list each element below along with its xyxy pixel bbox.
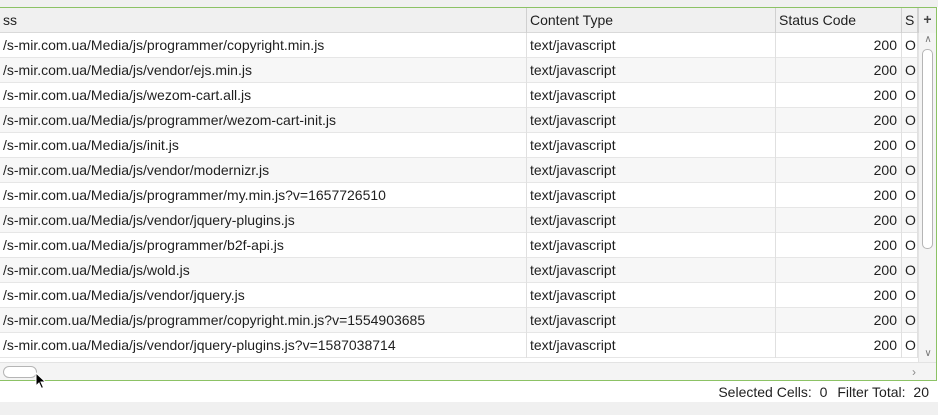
chevron-down-icon[interactable]: ∨ — [919, 347, 936, 361]
cell-address[interactable]: /s-mir.com.ua/Media/js/wezom-cart.all.js — [0, 83, 527, 108]
filter-total-label: Filter Total: — [837, 384, 906, 400]
table-row[interactable]: /s-mir.com.ua/Media/js/programmer/my.min… — [0, 183, 918, 208]
cell-status-code[interactable]: 200 — [776, 133, 902, 158]
selected-cells-label: Selected Cells: — [718, 384, 812, 400]
cell-status[interactable]: O — [902, 258, 918, 283]
table-row[interactable]: /s-mir.com.ua/Media/js/vendor/modernizr.… — [0, 158, 918, 183]
table-row[interactable]: /s-mir.com.ua/Media/js/programmer/wezom-… — [0, 108, 918, 133]
cell-content-type[interactable]: text/javascript — [527, 233, 776, 258]
add-column-plus-icon[interactable]: + — [918, 8, 936, 33]
cell-content-type[interactable]: text/javascript — [527, 258, 776, 283]
table-row[interactable]: /s-mir.com.ua/Media/js/wezom-cart.all.js… — [0, 83, 918, 108]
cell-status-code[interactable]: 200 — [776, 33, 902, 58]
cell-content-type[interactable]: text/javascript — [527, 333, 776, 358]
column-header-status-code[interactable]: Status Code — [776, 8, 902, 33]
horizontal-scrollbar[interactable]: › — [0, 362, 936, 380]
cell-content-type[interactable]: text/javascript — [527, 308, 776, 333]
vertical-scroll-thumb[interactable] — [922, 49, 933, 249]
cell-address[interactable]: /s-mir.com.ua/Media/js/programmer/b2f-ap… — [0, 233, 527, 258]
cell-address[interactable]: /s-mir.com.ua/Media/js/programmer/my.min… — [0, 183, 527, 208]
results-grid[interactable]: ss Content Type Status Code S + /s-mir.c… — [0, 7, 937, 381]
cell-content-type[interactable]: text/javascript — [527, 133, 776, 158]
cell-content-type[interactable]: text/javascript — [527, 283, 776, 308]
cell-status-code[interactable]: 200 — [776, 333, 902, 358]
cell-status-code[interactable]: 200 — [776, 108, 902, 133]
bottom-panel-edge — [0, 402, 938, 415]
cell-status[interactable]: O — [902, 308, 918, 333]
cell-status-code[interactable]: 200 — [776, 83, 902, 108]
cell-status[interactable]: O — [902, 333, 918, 358]
cell-status-code[interactable]: 200 — [776, 58, 902, 83]
column-header-status[interactable]: S — [902, 8, 918, 33]
cell-address[interactable]: /s-mir.com.ua/Media/js/init.js — [0, 133, 527, 158]
grid-header: ss Content Type Status Code S + — [0, 8, 936, 33]
top-toolbar-edge — [0, 0, 938, 7]
cell-address[interactable]: /s-mir.com.ua/Media/js/vendor/ejs.min.js — [0, 58, 527, 83]
cell-status-code[interactable]: 200 — [776, 233, 902, 258]
cell-address[interactable]: /s-mir.com.ua/Media/js/programmer/copyri… — [0, 33, 527, 58]
cell-status-code[interactable]: 200 — [776, 308, 902, 333]
cell-content-type[interactable]: text/javascript — [527, 183, 776, 208]
cell-status-code[interactable]: 200 — [776, 283, 902, 308]
selected-cells-value: 0 — [819, 384, 828, 400]
cell-status[interactable]: O — [902, 58, 918, 83]
vertical-scrollbar[interactable]: ∧ ∨ — [918, 33, 936, 362]
cell-status[interactable]: O — [902, 133, 918, 158]
cell-status[interactable]: O — [902, 108, 918, 133]
table-row[interactable]: /s-mir.com.ua/Media/js/init.js text/javas… — [0, 133, 918, 158]
cell-content-type[interactable]: text/javascript — [527, 33, 776, 58]
table-row[interactable]: /s-mir.com.ua/Media/js/vendor/jquery.js t… — [0, 283, 918, 308]
table-row[interactable]: /s-mir.com.ua/Media/js/vendor/ejs.min.js… — [0, 58, 918, 83]
table-row[interactable]: /s-mir.com.ua/Media/js/programmer/b2f-ap… — [0, 233, 918, 258]
cell-status[interactable]: O — [902, 33, 918, 58]
chevron-up-icon[interactable]: ∧ — [919, 33, 936, 47]
chevron-right-icon[interactable]: › — [912, 363, 916, 380]
cell-content-type[interactable]: text/javascript — [527, 108, 776, 133]
cell-status[interactable]: O — [902, 183, 918, 208]
cell-address[interactable]: /s-mir.com.ua/Media/js/vendor/modernizr.… — [0, 158, 527, 183]
table-row[interactable]: /s-mir.com.ua/Media/js/vendor/jquery-plu… — [0, 208, 918, 233]
cell-status-code[interactable]: 200 — [776, 208, 902, 233]
cell-content-type[interactable]: text/javascript — [527, 208, 776, 233]
table-row[interactable]: /s-mir.com.ua/Media/js/programmer/copyri… — [0, 33, 918, 58]
cell-address[interactable]: /s-mir.com.ua/Media/js/programmer/copyri… — [0, 308, 527, 333]
column-header-address[interactable]: ss — [0, 8, 527, 33]
cell-content-type[interactable]: text/javascript — [527, 58, 776, 83]
table-row[interactable]: /s-mir.com.ua/Media/js/programmer/copyri… — [0, 308, 918, 333]
cell-content-type[interactable]: text/javascript — [527, 158, 776, 183]
cell-status[interactable]: O — [902, 233, 918, 258]
cell-status-code[interactable]: 200 — [776, 183, 902, 208]
horizontal-scroll-thumb[interactable] — [3, 366, 37, 378]
cell-address[interactable]: /s-mir.com.ua/Media/js/programmer/wezom-… — [0, 108, 527, 133]
cell-status[interactable]: O — [902, 158, 918, 183]
cell-status-code[interactable]: 200 — [776, 258, 902, 283]
cell-status[interactable]: O — [902, 283, 918, 308]
filter-total-value: 20 — [913, 384, 929, 400]
column-header-content-type[interactable]: Content Type — [527, 8, 776, 33]
table-row[interactable]: /s-mir.com.ua/Media/js/wold.js text/javas… — [0, 258, 918, 283]
mouse-pointer-icon — [35, 372, 47, 390]
grid-body: /s-mir.com.ua/Media/js/programmer/copyri… — [0, 33, 918, 358]
cell-address[interactable]: /s-mir.com.ua/Media/js/vendor/jquery-plu… — [0, 208, 527, 233]
status-summary: Selected Cells: 0 Filter Total: 20 — [718, 383, 929, 401]
table-row[interactable]: /s-mir.com.ua/Media/js/vendor/jquery-plu… — [0, 333, 918, 358]
cell-status[interactable]: O — [902, 208, 918, 233]
cell-address[interactable]: /s-mir.com.ua/Media/js/vendor/jquery.js — [0, 283, 527, 308]
status-bar: Selected Cells: 0 Filter Total: 20 — [0, 381, 938, 402]
cell-address[interactable]: /s-mir.com.ua/Media/js/vendor/jquery-plu… — [0, 333, 527, 358]
cell-content-type[interactable]: text/javascript — [527, 83, 776, 108]
cell-status-code[interactable]: 200 — [776, 158, 902, 183]
cell-address[interactable]: /s-mir.com.ua/Media/js/wold.js — [0, 258, 527, 283]
cell-status[interactable]: O — [902, 83, 918, 108]
